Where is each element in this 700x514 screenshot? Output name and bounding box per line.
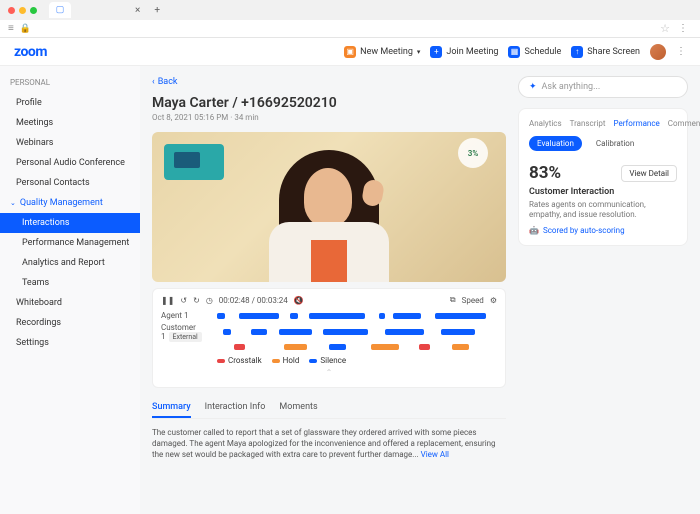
chevron-down-icon: ▾ bbox=[417, 48, 421, 56]
track-customer-label: Customer 1External bbox=[161, 323, 211, 341]
bookmark-star-icon[interactable]: ☆ bbox=[660, 22, 670, 35]
view-all-link[interactable]: View All bbox=[421, 450, 449, 459]
interaction-title: Maya Carter / +16692520210 bbox=[152, 95, 506, 111]
address-bar[interactable]: ≡ 🔒 ☆ ⋮ bbox=[0, 20, 700, 38]
interaction-meta: Oct 8, 2021 05:16 PM · 34 min bbox=[152, 113, 506, 122]
video-icon: ▣ bbox=[344, 46, 356, 58]
sidebar-item-interactions[interactable]: Interactions bbox=[0, 213, 140, 233]
external-badge: External bbox=[169, 332, 202, 342]
plus-icon: + bbox=[430, 46, 442, 58]
view-detail-button[interactable]: View Detail bbox=[621, 165, 677, 182]
audio-player: ❚❚ ↺ ↻ ◷ 00:02:48 / 00:03:24 🔇 ⧉ Speed ⚙… bbox=[152, 288, 506, 388]
auto-scoring-note: 🤖 Scored by auto-scoring bbox=[529, 226, 677, 235]
schedule-button[interactable]: ▦ Schedule bbox=[508, 46, 561, 58]
sidebar-item-profile[interactable]: Profile bbox=[0, 93, 140, 113]
browser-menu-icon[interactable]: ⋮ bbox=[678, 23, 688, 34]
new-meeting-label: New Meeting bbox=[360, 47, 413, 57]
sidebar-item-whiteboard[interactable]: Whiteboard bbox=[0, 293, 140, 313]
sidebar-item-perf-mgmt[interactable]: Performance Management bbox=[0, 233, 140, 253]
detail-tabs: Summary Interaction Info Moments bbox=[152, 398, 506, 419]
sidebar-item-settings[interactable]: Settings bbox=[0, 333, 140, 353]
tab-moments[interactable]: Moments bbox=[279, 398, 317, 418]
join-meeting-button[interactable]: + Join Meeting bbox=[430, 46, 498, 58]
new-tab-icon[interactable]: + bbox=[154, 5, 160, 16]
settings-icon[interactable]: ⚙ bbox=[490, 296, 497, 305]
sidebar: PERSONAL Profile Meetings Webinars Perso… bbox=[0, 66, 140, 514]
track-events-bars[interactable] bbox=[217, 344, 497, 350]
track-customer-bars[interactable] bbox=[217, 329, 497, 335]
browser-chrome: ▢ × + bbox=[0, 0, 700, 20]
sidebar-item-analytics[interactable]: Analytics and Report bbox=[0, 253, 140, 273]
chevron-down-icon: ⌄ bbox=[10, 199, 16, 207]
percent-bubble: 3% bbox=[458, 138, 488, 168]
back-link[interactable]: ‹ Back bbox=[152, 77, 177, 87]
chevron-left-icon: ‹ bbox=[152, 77, 155, 87]
score-value: 83% bbox=[529, 163, 561, 183]
back-label: Back bbox=[158, 77, 178, 87]
collapse-icon[interactable]: ⌃ bbox=[161, 368, 497, 377]
decor-card bbox=[164, 144, 224, 180]
panel-tab-comments[interactable]: Comments bbox=[668, 119, 700, 128]
user-avatar[interactable] bbox=[650, 44, 666, 60]
nav-menu-icon[interactable]: ≡ bbox=[8, 23, 14, 34]
pill-calibration[interactable]: Calibration bbox=[588, 136, 642, 151]
performance-panel: Analytics Transcript Performance Comment… bbox=[518, 108, 688, 246]
header-menu-icon[interactable]: ⋮ bbox=[676, 46, 686, 57]
robot-icon: 🤖 bbox=[529, 226, 539, 235]
legend-crosstalk: Crosstalk bbox=[217, 356, 262, 365]
rewind-icon[interactable]: ↺ bbox=[180, 296, 187, 305]
summary-text: The customer called to report that a set… bbox=[152, 427, 506, 461]
tab-summary[interactable]: Summary bbox=[152, 398, 191, 418]
join-meeting-label: Join Meeting bbox=[446, 47, 498, 57]
calendar-icon: ▦ bbox=[508, 46, 520, 58]
score-desc: Rates agents on communication, empathy, … bbox=[529, 200, 677, 221]
sidebar-item-teams[interactable]: Teams bbox=[0, 273, 140, 293]
lock-icon: 🔒 bbox=[20, 24, 31, 34]
panel-tab-performance[interactable]: Performance bbox=[614, 119, 660, 128]
sidebar-item-meetings[interactable]: Meetings bbox=[0, 113, 140, 133]
zoom-logo[interactable]: zoom bbox=[14, 44, 47, 60]
share-screen-label: Share Screen bbox=[587, 47, 640, 57]
ask-placeholder: Ask anything... bbox=[542, 82, 601, 92]
browser-tab[interactable]: ▢ bbox=[49, 2, 71, 18]
panel-tab-analytics[interactable]: Analytics bbox=[529, 119, 562, 128]
volume-icon[interactable]: 🔇 bbox=[294, 296, 304, 305]
forward-icon[interactable]: ↻ bbox=[193, 296, 200, 305]
agent-figure bbox=[269, 150, 389, 282]
pause-icon[interactable]: ❚❚ bbox=[161, 296, 174, 305]
legend-silence: Silence bbox=[309, 356, 346, 365]
pill-evaluation[interactable]: Evaluation bbox=[529, 136, 582, 151]
panel-tab-transcript[interactable]: Transcript bbox=[570, 119, 606, 128]
sidebar-item-quality-mgmt[interactable]: ⌄ Quality Management bbox=[0, 193, 140, 213]
share-icon: ↑ bbox=[571, 46, 583, 58]
sidebar-item-webinars[interactable]: Webinars bbox=[0, 133, 140, 153]
sparkle-icon: ✦ bbox=[529, 82, 537, 92]
pip-icon[interactable]: ⧉ bbox=[450, 295, 456, 305]
track-agent-label: Agent 1 bbox=[161, 311, 211, 320]
track-agent-bars[interactable] bbox=[217, 313, 497, 319]
score-title: Customer Interaction bbox=[529, 187, 677, 197]
sidebar-item-recordings[interactable]: Recordings bbox=[0, 313, 140, 333]
qm-label: Quality Management bbox=[20, 198, 103, 208]
schedule-label: Schedule bbox=[524, 47, 561, 57]
video-thumbnail[interactable]: 3% bbox=[152, 132, 506, 282]
legend-hold: Hold bbox=[272, 356, 300, 365]
sidebar-section-label: PERSONAL bbox=[0, 76, 140, 89]
speed-button[interactable]: Speed bbox=[462, 296, 484, 305]
clock-icon[interactable]: ◷ bbox=[206, 296, 213, 305]
tab-interaction-info[interactable]: Interaction Info bbox=[205, 398, 266, 418]
tab-close-icon[interactable]: × bbox=[135, 5, 140, 16]
share-screen-button[interactable]: ↑ Share Screen bbox=[571, 46, 640, 58]
max-traffic-light[interactable] bbox=[30, 7, 37, 14]
app-header: zoom ▣ New Meeting ▾ + Join Meeting ▦ Sc… bbox=[0, 38, 700, 66]
sidebar-item-audio-conf[interactable]: Personal Audio Conference bbox=[0, 153, 140, 173]
ask-input[interactable]: ✦ Ask anything... bbox=[518, 76, 688, 98]
playback-time: 00:02:48 / 00:03:24 bbox=[219, 296, 288, 305]
sidebar-item-contacts[interactable]: Personal Contacts bbox=[0, 173, 140, 193]
close-traffic-light[interactable] bbox=[8, 7, 15, 14]
new-meeting-button[interactable]: ▣ New Meeting ▾ bbox=[344, 46, 420, 58]
min-traffic-light[interactable] bbox=[19, 7, 26, 14]
